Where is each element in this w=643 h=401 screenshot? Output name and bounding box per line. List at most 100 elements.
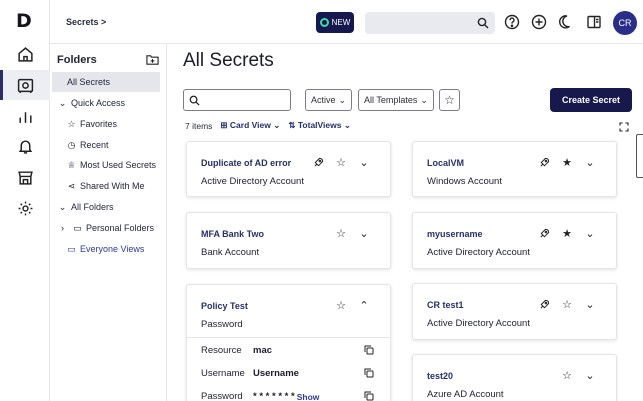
star-icon[interactable]: ☆	[561, 369, 573, 382]
folder-icon: ▭	[67, 243, 76, 254]
folder-icon: ▭	[73, 222, 82, 233]
avatar[interactable]: CR	[613, 11, 637, 35]
secret-card[interactable]: LocalVM Windows Account ★ ⌄	[412, 141, 617, 197]
search-icon	[477, 17, 489, 29]
folder-most-used[interactable]: ♕ Most Used Secrets	[50, 155, 160, 175]
clock-icon: ◷	[67, 139, 76, 150]
side-panel-handle[interactable]	[636, 134, 643, 178]
star-icon[interactable]: ☆	[335, 156, 347, 169]
secret-type: Password	[201, 319, 243, 330]
secret-type: Bank Account	[201, 247, 260, 258]
list-meta-bar: 7 items ⊞ Card View ⌄ ⇅ TotalViews ⌄	[185, 120, 351, 131]
rocket-icon[interactable]	[538, 298, 550, 310]
breadcrumb[interactable]: Secrets >	[66, 17, 106, 27]
favorites-filter-button[interactable]: ☆	[439, 89, 460, 111]
rocket-icon[interactable]	[538, 156, 550, 168]
folders-title: Folders	[57, 54, 97, 66]
secret-card[interactable]: test20 Azure AD Account ☆ ⌄	[412, 354, 617, 401]
chevron-down-icon: ⌄	[343, 120, 351, 130]
chevron-down-icon[interactable]: ⌄	[584, 156, 596, 169]
folder-label: Favorites	[80, 119, 118, 129]
moon-icon[interactable]	[556, 12, 576, 32]
top-bar: Secrets > NEW CR	[50, 0, 643, 44]
star-icon[interactable]: ☆	[335, 299, 347, 312]
chevron-down-icon: ⌄	[58, 97, 67, 108]
create-secret-button[interactable]: Create Secret	[550, 88, 632, 112]
secret-type: Active Directory Account	[427, 318, 530, 329]
chevron-down-icon[interactable]: ⌄	[584, 227, 596, 240]
show-password-link[interactable]: Show	[297, 392, 320, 401]
panel-layout-icon[interactable]	[584, 12, 604, 32]
chevron-down-icon[interactable]: ⌄	[358, 156, 370, 169]
folder-label: Quick Access	[71, 98, 126, 108]
vault-icon[interactable]	[0, 70, 50, 100]
secret-name[interactable]: CR test1	[427, 300, 464, 310]
view-mode-dropdown[interactable]: ⊞ Card View ⌄	[220, 120, 280, 131]
copy-icon[interactable]	[364, 345, 374, 355]
secret-card[interactable]: myusername Active Directory Account ★ ⌄	[412, 212, 617, 269]
chevron-up-icon[interactable]: ⌃	[358, 299, 370, 312]
template-filter[interactable]: All Templates ⌄	[358, 89, 434, 111]
sort-dropdown[interactable]: ⇅ TotalViews ⌄	[288, 120, 351, 131]
secret-name[interactable]: Policy Test	[201, 301, 248, 311]
reports-icon[interactable]	[0, 101, 50, 131]
secret-name[interactable]: LocalVM	[427, 158, 464, 168]
view-mode-label: Card View	[229, 120, 271, 130]
star-filled-icon[interactable]: ★	[561, 156, 573, 169]
folder-quick-access[interactable]: ⌄ Quick Access	[50, 93, 160, 113]
password-mask: * * * * * * *	[253, 391, 295, 401]
rocket-icon[interactable]	[538, 227, 550, 239]
search-icon	[189, 95, 200, 106]
add-circle-icon[interactable]	[529, 12, 549, 32]
status-filter[interactable]: Active ⌄	[305, 89, 352, 111]
folder-favorites[interactable]: ☆ Favorites	[50, 114, 160, 134]
detail-row-resource: Resource mac	[201, 345, 374, 356]
folder-recent[interactable]: ◷ Recent	[50, 135, 160, 155]
chevron-right-icon[interactable]: ›	[56, 223, 69, 233]
secret-name[interactable]: myusername	[427, 229, 483, 239]
folder-label: Recent	[80, 140, 109, 150]
new-button-label: NEW	[331, 18, 351, 27]
help-icon[interactable]	[502, 12, 522, 32]
bell-icon[interactable]	[0, 131, 50, 161]
folder-label: Shared With Me	[80, 181, 145, 191]
home-icon[interactable]	[0, 39, 50, 69]
secret-card-expanded[interactable]: Policy Test Password ☆ ⌃ Resource mac Us…	[186, 284, 391, 401]
global-search-input[interactable]	[365, 12, 495, 34]
star-icon[interactable]: ☆	[335, 227, 347, 240]
secret-search-input[interactable]	[183, 89, 291, 111]
template-filter-value: All Templates	[364, 95, 418, 105]
app-logo[interactable]: D	[16, 10, 32, 32]
secret-card[interactable]: CR test1 Active Directory Account ☆ ⌄	[412, 283, 617, 340]
chevron-down-icon: ⌄	[338, 94, 347, 105]
new-button[interactable]: NEW	[316, 12, 354, 33]
secret-card[interactable]: Duplicate of AD error Active Directory A…	[186, 141, 391, 197]
secret-name[interactable]: MFA Bank Two	[201, 229, 264, 239]
star-icon[interactable]: ☆	[561, 298, 573, 311]
chevron-down-icon[interactable]: ⌄	[584, 369, 596, 382]
add-folder-icon[interactable]	[146, 53, 159, 66]
nav-rail: D	[0, 0, 50, 401]
secret-type: Active Directory Account	[201, 176, 304, 187]
gear-icon[interactable]	[0, 193, 50, 223]
secret-name[interactable]: test20	[427, 371, 453, 381]
chevron-down-icon: ⌄	[420, 94, 428, 105]
copy-icon[interactable]	[364, 391, 374, 401]
folder-all-secrets[interactable]: All Secrets	[52, 72, 160, 92]
copy-icon[interactable]	[364, 368, 374, 378]
secret-card[interactable]: MFA Bank Two Bank Account ☆ ⌄	[186, 212, 391, 269]
star-filled-icon[interactable]: ★	[561, 227, 573, 240]
folder-shared-with-me[interactable]: ⋖ Shared With Me	[50, 176, 160, 196]
share-icon: ⋖	[67, 180, 76, 191]
expand-icon[interactable]	[619, 122, 629, 132]
secret-name[interactable]: Duplicate of AD error	[201, 158, 291, 168]
secret-type: Azure AD Account	[427, 389, 504, 400]
folder-all-folders[interactable]: ⌄ All Folders	[50, 197, 160, 217]
grid-icon: ⊞	[220, 120, 228, 130]
store-icon[interactable]	[0, 162, 50, 192]
chevron-down-icon[interactable]: ⌄	[584, 298, 596, 311]
rocket-icon[interactable]	[312, 156, 324, 168]
chevron-down-icon[interactable]: ⌄	[358, 227, 370, 240]
folder-personal-folders[interactable]: › ▭ Personal Folders	[50, 218, 160, 238]
folder-everyone-views[interactable]: ▭ Everyone Views	[50, 239, 160, 259]
